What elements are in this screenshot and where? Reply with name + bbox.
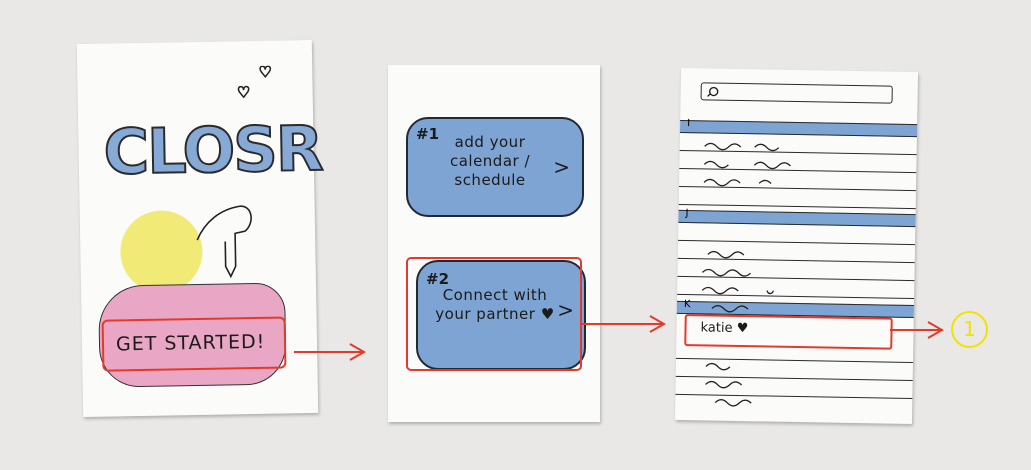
flow-arrow-3: [890, 321, 945, 339]
get-started-label: GET STARTED!: [115, 330, 266, 356]
hearts-icon: [237, 65, 272, 99]
screen-welcome: CLOSR GET STARTED!: [76, 39, 323, 418]
get-started-button[interactable]: GET STARTED!: [101, 316, 287, 372]
step-text: add your calendar / schedule: [449, 133, 531, 189]
screen-contacts: I J K katie ♥: [674, 67, 919, 425]
step-card-calendar[interactable]: #1 add your calendar / schedule >: [406, 117, 584, 217]
hand-drawing: [196, 205, 252, 279]
chevron-right-icon: >: [553, 155, 570, 179]
squiggle-placeholder-text: [701, 142, 791, 407]
app-logo: CLOSR: [102, 111, 323, 190]
highlight-connect: [406, 257, 582, 371]
search-bar[interactable]: [700, 82, 893, 104]
step-marker-1: 1: [951, 311, 988, 348]
flow-arrow-2: [580, 315, 667, 333]
screen-setup: #1 add your calendar / schedule > #2 Con…: [388, 65, 600, 422]
search-icon: [707, 86, 719, 97]
flow-arrow-1: [294, 343, 367, 361]
sun-illustration: [119, 209, 204, 294]
